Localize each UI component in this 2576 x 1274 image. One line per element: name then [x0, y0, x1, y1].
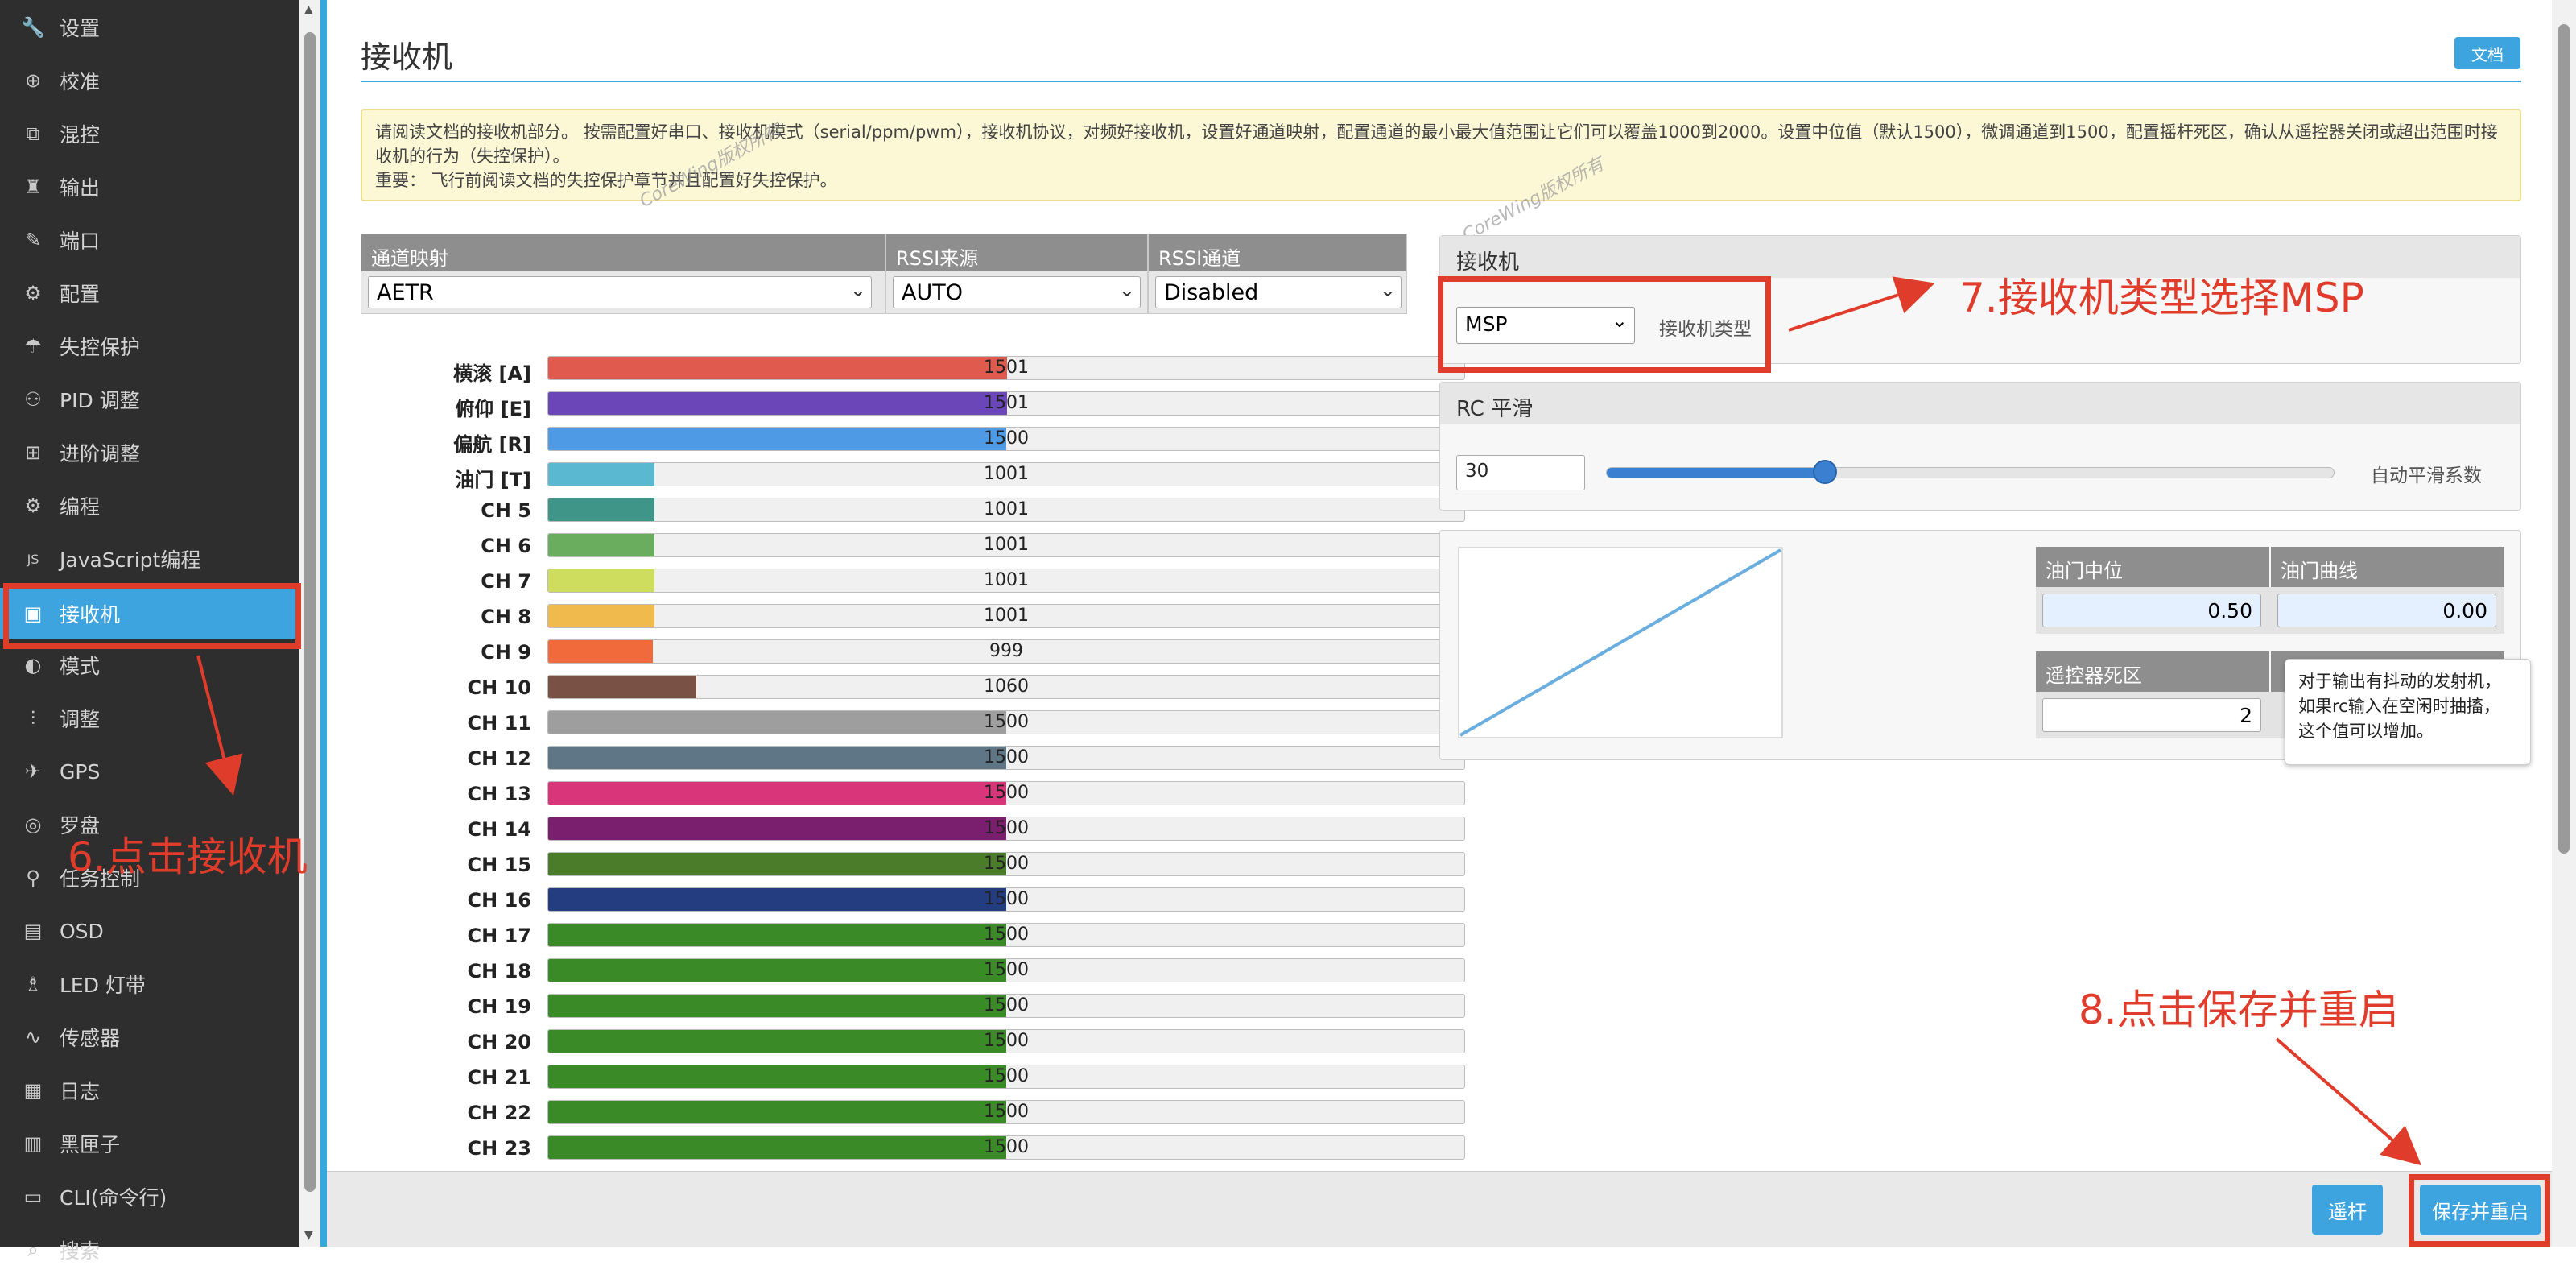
- main-content: 接收机 文档 请阅读文档的接收机部分。 按需配置好串口、接收机模式（serial…: [327, 0, 2552, 1247]
- highlight-save-button: [2409, 1174, 2550, 1247]
- highlight-receiver-type: [1438, 276, 1771, 373]
- annotation-step7: 7.接收机类型选择MSP: [1959, 275, 2364, 321]
- tooltip-line-3: 这个值可以增加。: [2298, 722, 2434, 741]
- highlight-receiver-nav: [3, 583, 301, 649]
- main-scroll-thumb[interactable]: [2558, 24, 2570, 854]
- main-scrollbar[interactable]: [2552, 0, 2576, 1247]
- sticks-button[interactable]: 遥杆: [2312, 1185, 2383, 1235]
- arrow-step8: [2275, 1037, 2422, 1166]
- annotation-arrows: [1788, 276, 2422, 1166]
- bottom-toolbar: 遥杆 保存并重启: [327, 1171, 2552, 1247]
- annotation-step8: 8.点击保存并重启: [2079, 987, 2399, 1033]
- deadband-tooltip: 对于输出有抖动的发射机， 如果rc输入在空闲时抽搐， 这个值可以增加。: [2285, 659, 2531, 765]
- tooltip-line-2: 如果rc输入在空闲时抽搐，: [2298, 697, 2500, 716]
- tooltip-line-1: 对于输出有抖动的发射机，: [2298, 672, 2501, 691]
- arrow-step7: [1788, 276, 1935, 332]
- arrow-step6: [196, 655, 243, 796]
- annotation-step6: 6.点击接收机: [68, 833, 308, 880]
